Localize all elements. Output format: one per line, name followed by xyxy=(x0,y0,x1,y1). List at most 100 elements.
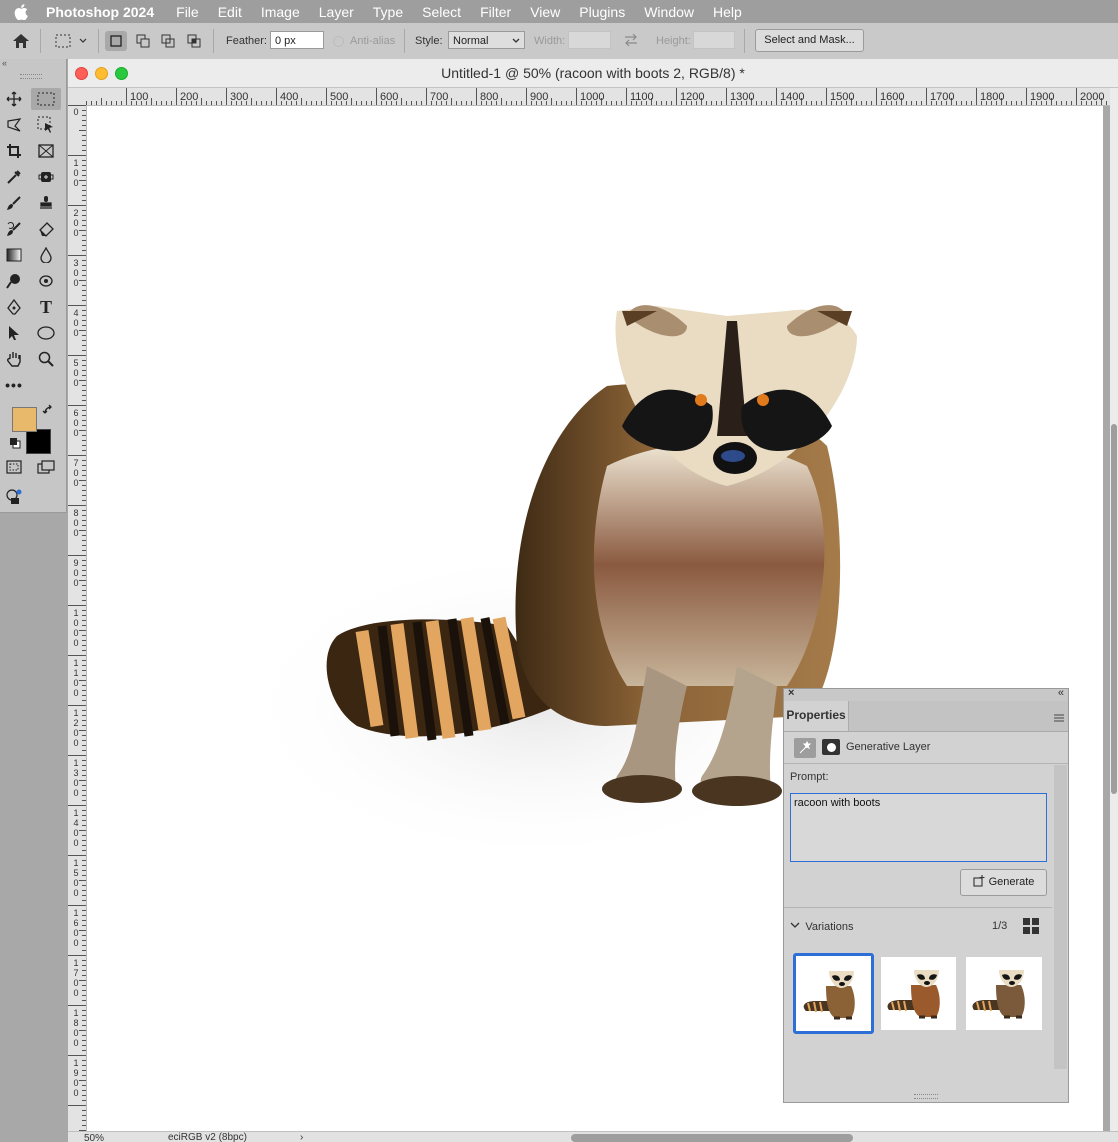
collapse-toolbox-icon[interactable]: « xyxy=(0,59,68,68)
ruler-label: 1800 xyxy=(980,91,1005,103)
menu-filter[interactable]: Filter xyxy=(480,4,511,20)
panel-tab-row: Properties xyxy=(784,701,1068,732)
app-name[interactable]: Photoshop 2024 xyxy=(46,4,154,20)
ruler-label: 8 0 0 xyxy=(73,508,79,538)
horizontal-ruler[interactable]: 100 200 300 400 500 600 700 800 900 1000… xyxy=(86,88,1110,106)
frame-tool-icon[interactable] xyxy=(34,140,58,162)
style-label: Style: xyxy=(415,35,443,47)
move-tool-icon[interactable] xyxy=(2,88,26,110)
ruler-label: 1 7 0 0 xyxy=(73,958,79,998)
menu-type[interactable]: Type xyxy=(373,4,403,20)
generative-layer-icon[interactable] xyxy=(794,738,816,758)
menu-window[interactable]: Window xyxy=(644,4,694,20)
ruler-label: 1100 xyxy=(630,91,654,103)
pen-tool-icon[interactable] xyxy=(2,296,26,318)
style-select[interactable]: Normal xyxy=(448,31,525,49)
crop-tool-icon[interactable] xyxy=(2,140,26,162)
menu-file[interactable]: File xyxy=(176,4,199,20)
lasso-tool-icon[interactable] xyxy=(2,114,26,136)
antialias-checkbox[interactable] xyxy=(333,36,344,47)
ruler-label: 1 0 0 0 xyxy=(73,608,79,648)
variation-counter: 1/3 xyxy=(992,920,1008,932)
ruler-label: 300 xyxy=(230,91,249,103)
prompt-input[interactable]: racoon with boots xyxy=(790,793,1047,862)
menu-help[interactable]: Help xyxy=(713,4,742,20)
variation-thumbnail-1[interactable] xyxy=(793,953,874,1034)
generate-label: Generate xyxy=(988,876,1035,888)
menu-select[interactable]: Select xyxy=(422,4,461,20)
select-and-mask-button[interactable]: Select and Mask... xyxy=(755,29,864,52)
swap-colors-icon[interactable] xyxy=(42,404,54,419)
collapse-panel-icon[interactable]: « xyxy=(1058,687,1064,699)
menu-image[interactable]: Image xyxy=(261,4,300,20)
ruler-label: 100 xyxy=(130,91,149,103)
vertical-ruler[interactable]: 0 1 0 0 2 0 0 3 0 0 4 0 0 5 0 0 6 0 0 7 … xyxy=(68,105,87,1131)
zoom-tool-icon[interactable] xyxy=(34,348,58,370)
grid-view-icon[interactable] xyxy=(1022,917,1040,938)
smudge-tool-icon[interactable] xyxy=(34,270,58,292)
menu-bar: Photoshop 2024 File Edit Image Layer Typ… xyxy=(0,0,1118,23)
eraser-tool-icon[interactable] xyxy=(34,218,58,240)
ruler-origin[interactable] xyxy=(68,88,87,106)
toolbox-grip[interactable] xyxy=(20,74,42,79)
new-selection-icon[interactable] xyxy=(105,31,127,51)
ellipse-tool-icon[interactable] xyxy=(34,322,58,344)
rectangular-marquee-tool-icon[interactable] xyxy=(31,88,61,110)
feather-input[interactable]: 0 px xyxy=(270,31,324,49)
document-title: Untitled-1 @ 50% (racoon with boots 2, R… xyxy=(441,65,745,81)
add-to-selection-icon[interactable] xyxy=(132,31,154,51)
close-panel-icon[interactable]: × xyxy=(788,687,794,699)
apple-icon[interactable] xyxy=(14,3,28,20)
history-brush-tool-icon[interactable] xyxy=(2,218,26,240)
screen-mode-icon[interactable] xyxy=(34,456,58,478)
swap-icon[interactable] xyxy=(623,33,639,50)
default-colors-icon[interactable] xyxy=(9,437,21,452)
variations-toggle[interactable]: Variations xyxy=(790,919,853,933)
raccoon-thumbnail xyxy=(972,970,1025,1019)
generate-button[interactable]: Generate xyxy=(960,869,1047,896)
height-input[interactable] xyxy=(693,31,735,49)
more-tools-icon[interactable]: ••• xyxy=(2,374,26,396)
divider xyxy=(744,29,745,53)
object-selection-tool-icon[interactable] xyxy=(34,114,58,136)
brush-tool-icon[interactable] xyxy=(2,192,26,214)
menu-layer[interactable]: Layer xyxy=(319,4,354,20)
vertical-scrollbar[interactable] xyxy=(1110,88,1118,1131)
tab-properties[interactable]: Properties xyxy=(784,701,849,731)
panel-resize-grip[interactable] xyxy=(914,1094,938,1099)
clone-stamp-tool-icon[interactable] xyxy=(34,192,58,214)
menu-view[interactable]: View xyxy=(530,4,560,20)
ruler-label: 1 2 0 0 xyxy=(73,708,79,748)
blur-tool-icon[interactable] xyxy=(34,244,58,266)
hand-tool-icon[interactable] xyxy=(2,348,26,370)
type-tool-icon[interactable]: T xyxy=(34,296,58,318)
home-icon[interactable] xyxy=(10,31,32,51)
divider xyxy=(404,29,405,53)
foreground-color-swatch[interactable] xyxy=(12,407,37,432)
vertical-scrollbar-thumb[interactable] xyxy=(1111,424,1117,794)
eyedropper-tool-icon[interactable] xyxy=(2,166,26,188)
quick-mask-icon[interactable] xyxy=(2,456,26,478)
width-input[interactable] xyxy=(568,31,611,49)
spot-healing-brush-tool-icon[interactable] xyxy=(34,166,58,188)
ruler-label: 5 0 0 xyxy=(73,358,79,388)
menu-edit[interactable]: Edit xyxy=(218,4,242,20)
edit-toolbar-icon[interactable] xyxy=(2,486,26,508)
marquee-preset-picker[interactable] xyxy=(52,31,92,51)
panel-scrollbar[interactable] xyxy=(1054,765,1067,1069)
intersect-selection-icon[interactable] xyxy=(183,31,205,51)
variations-label: Variations xyxy=(805,921,854,933)
subtract-from-selection-icon[interactable] xyxy=(157,31,179,51)
document-title-bar: Untitled-1 @ 50% (racoon with boots 2, R… xyxy=(68,59,1118,88)
layer-mask-icon[interactable] xyxy=(822,739,840,755)
chevron-down-icon xyxy=(512,38,520,43)
panel-menu-icon[interactable] xyxy=(1054,711,1064,725)
ruler-label: 900 xyxy=(530,91,549,103)
dodge-tool-icon[interactable] xyxy=(2,270,26,292)
menu-plugins[interactable]: Plugins xyxy=(579,4,625,20)
gradient-tool-icon[interactable] xyxy=(2,244,26,266)
background-color-swatch[interactable] xyxy=(26,429,51,454)
path-selection-tool-icon[interactable] xyxy=(2,322,26,344)
variation-thumbnail-3[interactable] xyxy=(966,957,1042,1030)
variation-thumbnail-2[interactable] xyxy=(881,957,956,1030)
